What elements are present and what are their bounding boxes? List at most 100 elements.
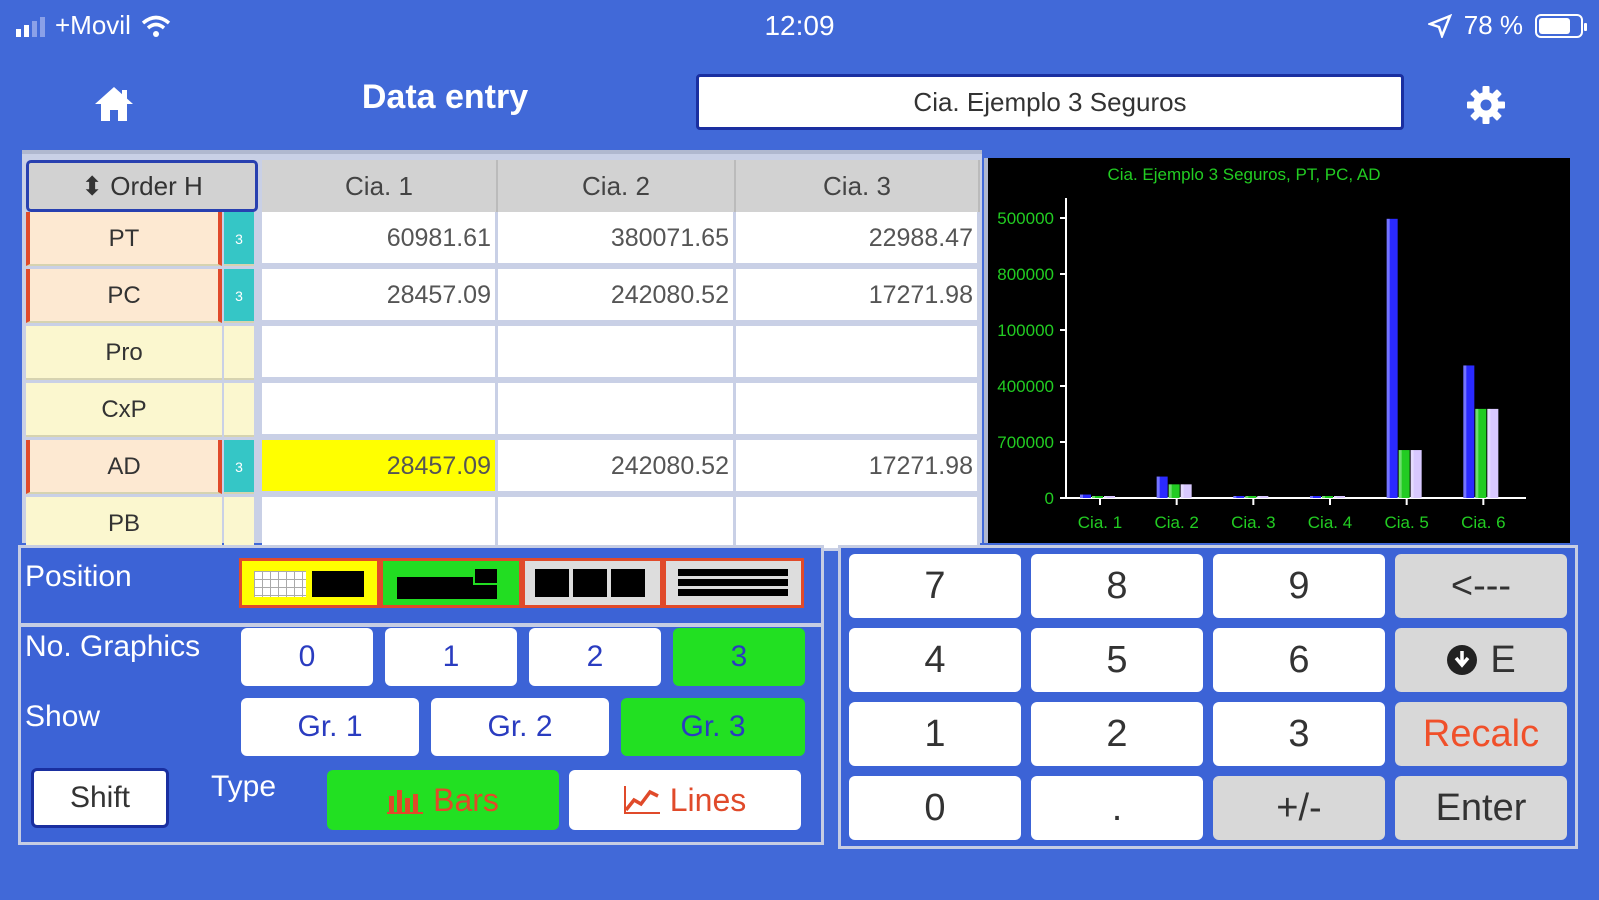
- table-cell[interactable]: 242080.52: [498, 269, 736, 323]
- y-tick-label: 500000: [997, 209, 1054, 228]
- position-selector: [239, 558, 804, 608]
- key-2[interactable]: 2: [1031, 702, 1203, 766]
- chart-bar-highlight: [1180, 484, 1184, 498]
- table-cell[interactable]: [736, 383, 980, 437]
- column-header-cia-1[interactable]: Cia. 1: [262, 160, 498, 212]
- key-4[interactable]: 4: [849, 628, 1021, 692]
- table-cell[interactable]: 242080.52: [498, 440, 736, 494]
- row-flag-cxp: [224, 383, 254, 437]
- row-flag-ad: 3: [224, 440, 254, 494]
- position-option-columns[interactable]: [521, 558, 663, 608]
- y-tick-label: 800000: [997, 265, 1054, 284]
- show-gr2-button[interactable]: Gr. 2: [431, 698, 609, 756]
- table-cell[interactable]: [262, 326, 498, 380]
- table-cell[interactable]: [262, 497, 498, 551]
- graphics-0-button[interactable]: 0: [241, 628, 373, 686]
- graphics-1-button[interactable]: 1: [385, 628, 517, 686]
- table-cell[interactable]: 17271.98: [736, 269, 980, 323]
- row-label-pt[interactable]: PT: [26, 212, 222, 266]
- row-label-pb[interactable]: PB: [26, 497, 222, 551]
- table-cell[interactable]: 60981.61: [262, 212, 498, 266]
- row-label-pro[interactable]: Pro: [26, 326, 222, 380]
- stack-top-icon: [473, 567, 500, 585]
- chart-bar-highlight: [1310, 496, 1313, 498]
- show-gr3-button[interactable]: Gr. 3: [621, 698, 805, 756]
- key-6[interactable]: 6: [1213, 628, 1385, 692]
- row-label-ad[interactable]: AD: [26, 440, 222, 494]
- graphics-3-button[interactable]: 3: [673, 628, 805, 686]
- row-flag-pc: 3: [224, 269, 254, 323]
- graphics-label: No. Graphics: [25, 630, 201, 663]
- table-cell[interactable]: [498, 326, 736, 380]
- page-title: Data entry: [361, 78, 529, 116]
- enter-key[interactable]: Enter: [1395, 776, 1567, 840]
- position-option-left[interactable]: [239, 558, 381, 608]
- divider: [21, 623, 821, 627]
- table-cell[interactable]: 22988.47: [736, 212, 980, 266]
- key-1[interactable]: 1: [849, 702, 1021, 766]
- order-button[interactable]: ⬍ Order H: [26, 160, 258, 212]
- row-label-cxp[interactable]: CxP: [26, 383, 222, 437]
- nav-bar: Data entry Cia. Ejemplo 3 Seguros: [0, 56, 1599, 144]
- table-cell[interactable]: [736, 326, 980, 380]
- decimal-key[interactable]: .: [1031, 776, 1203, 840]
- gear-icon[interactable]: [1465, 84, 1507, 126]
- table-cell[interactable]: [498, 383, 736, 437]
- lines-button[interactable]: Lines: [569, 770, 801, 830]
- chart-bar-highlight: [1080, 494, 1083, 498]
- home-icon[interactable]: [92, 84, 136, 124]
- chart-bar-highlight: [1463, 365, 1467, 498]
- table-cell-selected[interactable]: 28457.09: [262, 440, 498, 494]
- table-cell[interactable]: 17271.98: [736, 440, 980, 494]
- chart-bar-highlight: [1487, 408, 1491, 498]
- row-label-pc[interactable]: PC: [26, 269, 222, 323]
- status-bar: +Movil 12:09 78 %: [0, 0, 1599, 56]
- bars-button[interactable]: Bars: [327, 770, 559, 830]
- shift-button[interactable]: Shift: [31, 768, 169, 828]
- clock: 12:09: [764, 10, 835, 41]
- position-option-overlay[interactable]: [380, 558, 522, 608]
- key-9[interactable]: 9: [1213, 554, 1385, 618]
- key-5[interactable]: 5: [1031, 628, 1203, 692]
- key-7[interactable]: 7: [849, 554, 1021, 618]
- chart-bar-highlight: [1386, 218, 1390, 498]
- chart-svg: Cia. Ejemplo 3 Seguros, PT, PC, AD 0 70000…: [997, 165, 1526, 532]
- table-cell[interactable]: [262, 383, 498, 437]
- x-tick-label: Cia. 3: [1231, 513, 1275, 532]
- table-cell[interactable]: 28457.09: [262, 269, 498, 323]
- position-label: Position: [25, 560, 132, 593]
- chart-bar-highlight: [1322, 496, 1325, 498]
- chart-bar-highlight: [1398, 450, 1402, 498]
- table-cell[interactable]: [498, 497, 736, 551]
- bars-label: Bars: [433, 781, 499, 818]
- column-header-cia-2[interactable]: Cia. 2: [498, 160, 736, 212]
- key-3[interactable]: 3: [1213, 702, 1385, 766]
- status-right: 78 %: [1427, 10, 1587, 41]
- bar-chart-icon: [387, 790, 424, 814]
- location-icon: [1427, 13, 1452, 38]
- grid-icon: [254, 571, 306, 597]
- key-8[interactable]: 8: [1031, 554, 1203, 618]
- table-cell[interactable]: [736, 497, 980, 551]
- key-0[interactable]: 0: [849, 776, 1021, 840]
- graphics-2-button[interactable]: 2: [529, 628, 661, 686]
- chart-bar-highlight: [1475, 408, 1479, 498]
- order-button-label: Order H: [110, 171, 203, 201]
- backspace-key[interactable]: <---: [1395, 554, 1567, 618]
- y-tick-label: 700000: [997, 433, 1054, 452]
- chart-bar-highlight: [1092, 496, 1095, 498]
- sign-toggle-key[interactable]: +/-: [1213, 776, 1385, 840]
- company-field[interactable]: Cia. Ejemplo 3 Seguros: [696, 74, 1404, 130]
- column-header-cia-3[interactable]: Cia. 3: [736, 160, 980, 212]
- chart-bar-highlight: [1410, 450, 1414, 498]
- table-cell[interactable]: 380071.65: [498, 212, 736, 266]
- y-tick-label: 0: [1045, 489, 1054, 508]
- show-label: Show: [25, 700, 101, 733]
- chart-bar-highlight: [1156, 476, 1160, 498]
- type-label: Type: [211, 770, 277, 803]
- show-gr1-button[interactable]: Gr. 1: [241, 698, 419, 756]
- exponent-key[interactable]: E: [1395, 628, 1567, 692]
- recalc-key[interactable]: Recalc: [1395, 702, 1567, 766]
- x-tick-label: Cia. 1: [1078, 513, 1122, 532]
- position-option-rows[interactable]: [662, 558, 804, 608]
